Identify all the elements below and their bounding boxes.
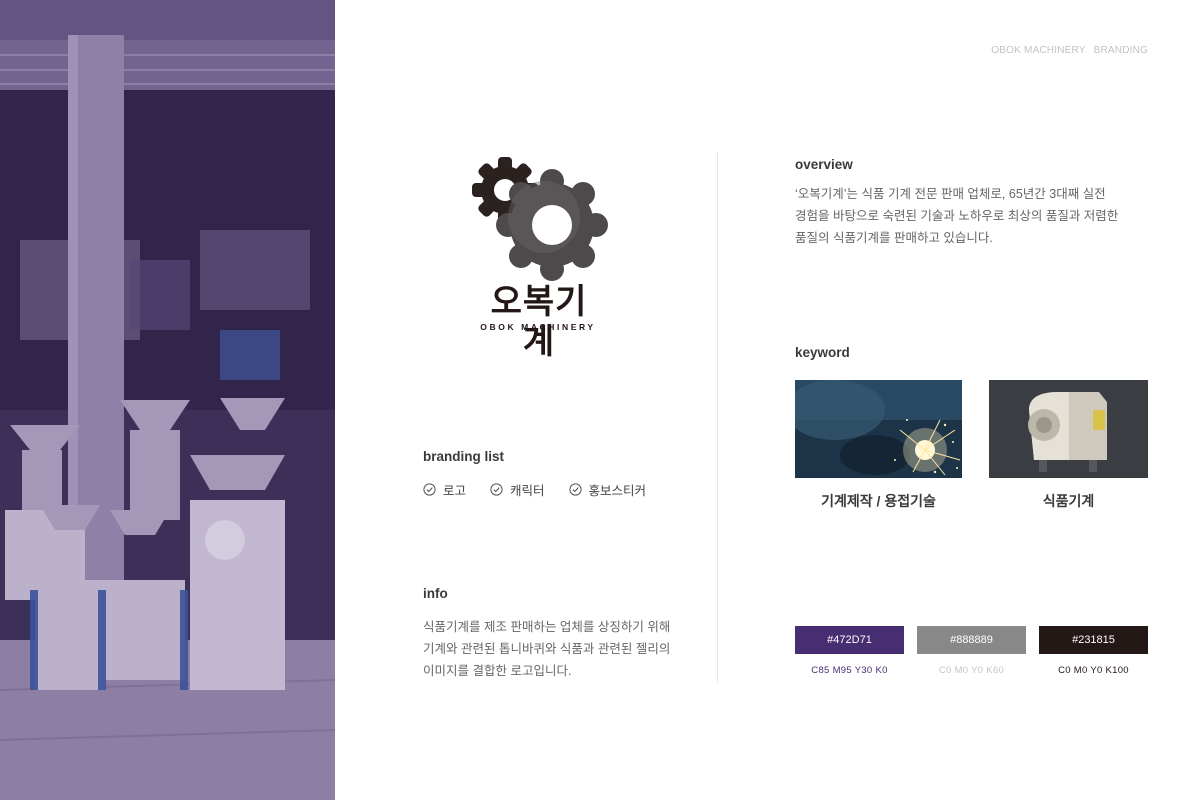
branding-item-label: 홍보스티커	[588, 484, 647, 498]
column-divider	[717, 152, 718, 682]
cmyk-code-purple: C85 M95 Y30 K0	[811, 665, 888, 676]
branding-list: 로고 캐릭터 홍보스티커	[423, 480, 646, 499]
keyword-title: keyword	[795, 345, 850, 360]
branding-item: 로고	[423, 480, 466, 499]
check-circle-icon	[568, 483, 582, 496]
overview-text: ‘오복기계’는 식품 기계 전문 판매 업체로, 65년간 3대째 실전 경험을…	[795, 183, 1155, 249]
check-circle-icon	[423, 483, 436, 496]
overview-line: 경험을 바탕으로 숙련된 기술과 노하우로 최상의 품질과 저렴한	[795, 209, 1119, 223]
welding-photo	[795, 380, 962, 478]
info-line: 식품기계를 제조 판매하는 업체를 상징하기 위해	[423, 620, 671, 634]
overview-title: overview	[795, 157, 853, 172]
branding-item-label: 로고	[443, 484, 467, 498]
logo-subtitle: OBOK MACHINERY	[480, 322, 596, 332]
overview-line: 품질의 식품기계를 판매하고 있습니다.	[795, 231, 993, 245]
cmyk-code-grey: C0 M0 Y0 K60	[938, 665, 1005, 676]
keyword-label: 식품기계	[1042, 493, 1095, 509]
info-line: 기계와 관련된 톱니바퀴와 식품과 관련된 젤리의	[423, 642, 671, 656]
header-section: BRANDING	[1093, 45, 1148, 56]
color-swatch-grey: #888889	[917, 626, 1026, 654]
branding-item-label: 캐릭터	[510, 484, 545, 498]
header-tag: OBOK MACHINERY BRANDING	[991, 45, 1148, 56]
branding-list-title: branding list	[423, 449, 504, 464]
color-swatch-black: #231815	[1039, 626, 1148, 654]
food-machine-photo	[989, 380, 1148, 478]
storefront-photo	[0, 0, 335, 800]
info-line: 이미지를 결합한 로고입니다.	[423, 664, 572, 678]
header-brand: OBOK MACHINERY	[991, 45, 1086, 56]
color-swatch-purple: #472D71	[795, 626, 904, 654]
cmyk-code-black: C0 M0 Y0 K100	[1058, 665, 1129, 676]
info-title: info	[423, 586, 448, 601]
overview-line: ‘오복기계’는 식품 기계 전문 판매 업체로, 65년간 3대째 실전	[795, 187, 1106, 201]
keyword-label: 기계제작 / 용접기술	[821, 493, 936, 509]
branding-item: 홍보스티커	[568, 480, 647, 499]
branding-item: 캐릭터	[490, 480, 545, 499]
check-circle-icon	[490, 483, 503, 496]
info-text: 식품기계를 제조 판매하는 업체를 상징하기 위해 기계와 관련된 톱니바퀴와 …	[423, 616, 703, 682]
